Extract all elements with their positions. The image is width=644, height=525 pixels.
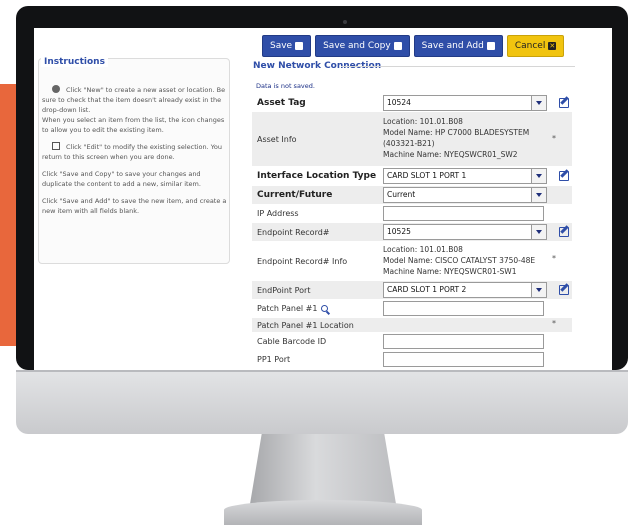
monitor-stand-neck xyxy=(250,434,396,504)
pp1-port-row: PP1 Port xyxy=(252,351,572,368)
close-icon: ✕ xyxy=(548,42,557,50)
current-future-select[interactable]: Current xyxy=(383,187,547,203)
cancel-button[interactable]: Cancel ✕ xyxy=(506,35,565,57)
asset-tag-select[interactable]: 10524 xyxy=(383,95,547,111)
interface-location-select[interactable]: CARD SLOT 1 PORT 1 xyxy=(383,168,547,184)
save-and-add-button[interactable]: Save and Add xyxy=(413,35,503,57)
instructions-body: Click "New" to create a new asset or loc… xyxy=(42,85,228,223)
instructions-edit: Click "Edit" to modify the existing sele… xyxy=(42,142,222,161)
endpoint-port-row: EndPoint Port CARD SLOT 1 PORT 2 xyxy=(252,281,572,299)
endpoint-port-label: EndPoint Port xyxy=(257,285,311,295)
camera-icon xyxy=(343,20,347,24)
required-marker: * xyxy=(552,254,556,263)
ip-address-row: IP Address xyxy=(252,205,572,222)
stage: Save Save and Copy Save and Add Cancel ✕ … xyxy=(0,0,644,525)
asset-info-value: Location: 101.01.B08 Model Name: HP C700… xyxy=(383,117,530,159)
current-future-label: Current/Future xyxy=(257,190,333,200)
asset-tag-label: Asset Tag xyxy=(257,97,306,108)
interface-location-label: Interface Location Type xyxy=(257,171,377,181)
new-icon xyxy=(52,85,60,93)
asset-tag-row: Asset Tag 10524 xyxy=(252,94,572,111)
interface-location-row: Interface Location Type CARD SLOT 1 PORT… xyxy=(252,167,572,185)
patch-panel-input[interactable] xyxy=(383,301,544,316)
patch-panel-row: Patch Panel #1 xyxy=(252,300,572,317)
asset-info-label: Asset Info xyxy=(257,134,297,144)
chevron-down-icon xyxy=(531,169,546,183)
instructions-new: Click "New" to create a new asset or loc… xyxy=(42,85,226,134)
endpoint-info-value: Location: 101.01.B08 Model Name: CISCO C… xyxy=(383,245,536,276)
chevron-down-icon xyxy=(531,283,546,297)
edit-icon xyxy=(52,142,60,150)
cable-barcode-label: Cable Barcode ID xyxy=(257,337,327,346)
chevron-down-icon xyxy=(531,188,546,202)
monitor-stand-base xyxy=(224,500,422,525)
endpoint-record-row: Endpoint Record# 10525 xyxy=(252,223,572,241)
endpoint-port-edit-icon[interactable] xyxy=(559,285,569,295)
search-icon[interactable] xyxy=(321,305,329,312)
save-button[interactable]: Save xyxy=(262,35,312,57)
pp1-port-input[interactable] xyxy=(383,352,544,367)
asset-tag-edit-icon[interactable] xyxy=(559,98,569,108)
endpoint-info-label: Endpoint Record# Info xyxy=(257,256,348,266)
instructions-title: Instructions xyxy=(41,57,108,67)
pp1-port-label: PP1 Port xyxy=(257,355,291,364)
cable-barcode-input[interactable] xyxy=(383,334,544,349)
instructions-save-copy: Click "Save and Copy" to save your chang… xyxy=(42,170,201,188)
save-status: Data is not saved. xyxy=(256,82,315,90)
ip-address-label: IP Address xyxy=(257,209,299,218)
required-marker: * xyxy=(552,134,556,143)
endpoint-port-select[interactable]: CARD SLOT 1 PORT 2 xyxy=(383,282,547,298)
endpoint-record-select[interactable]: 10525 xyxy=(383,224,547,240)
asset-info-row: Asset Info Location: 101.01.B08 Model Na… xyxy=(252,112,572,166)
add-copy-icon xyxy=(486,42,495,50)
patch-panel-location-label: Patch Panel #1 Location xyxy=(257,320,354,330)
floppy-disk-icon xyxy=(295,42,304,50)
endpoint-record-label: Endpoint Record# xyxy=(257,227,330,237)
required-marker: * xyxy=(552,319,556,328)
copy-icon xyxy=(393,42,402,50)
interface-location-edit-icon[interactable] xyxy=(559,171,569,181)
chevron-down-icon xyxy=(531,96,546,110)
endpoint-info-row: Endpoint Record# Info Location: 101.01.B… xyxy=(252,242,572,280)
chevron-down-icon xyxy=(531,225,546,239)
instructions-panel: Instructions Click "New" to create a new… xyxy=(38,57,230,264)
patch-panel-location-row: Patch Panel #1 Location * xyxy=(252,318,572,332)
save-and-copy-button[interactable]: Save and Copy xyxy=(315,35,410,57)
patch-panel-label: Patch Panel #1 xyxy=(252,300,382,317)
current-future-row: Current/Future Current xyxy=(252,186,572,204)
cable-barcode-row: Cable Barcode ID xyxy=(252,333,572,350)
toolbar: Save Save and Copy Save and Add Cancel ✕ xyxy=(262,35,565,57)
form-divider xyxy=(341,66,575,67)
endpoint-record-edit-icon[interactable] xyxy=(559,227,569,237)
monitor-chin-edge xyxy=(16,370,628,372)
ip-address-input[interactable] xyxy=(383,206,544,221)
instructions-save-add: Click "Save and Add" to save the new ite… xyxy=(42,197,227,215)
monitor-chin xyxy=(16,370,628,434)
monitor-screen: Save Save and Copy Save and Add Cancel ✕ … xyxy=(34,28,612,370)
